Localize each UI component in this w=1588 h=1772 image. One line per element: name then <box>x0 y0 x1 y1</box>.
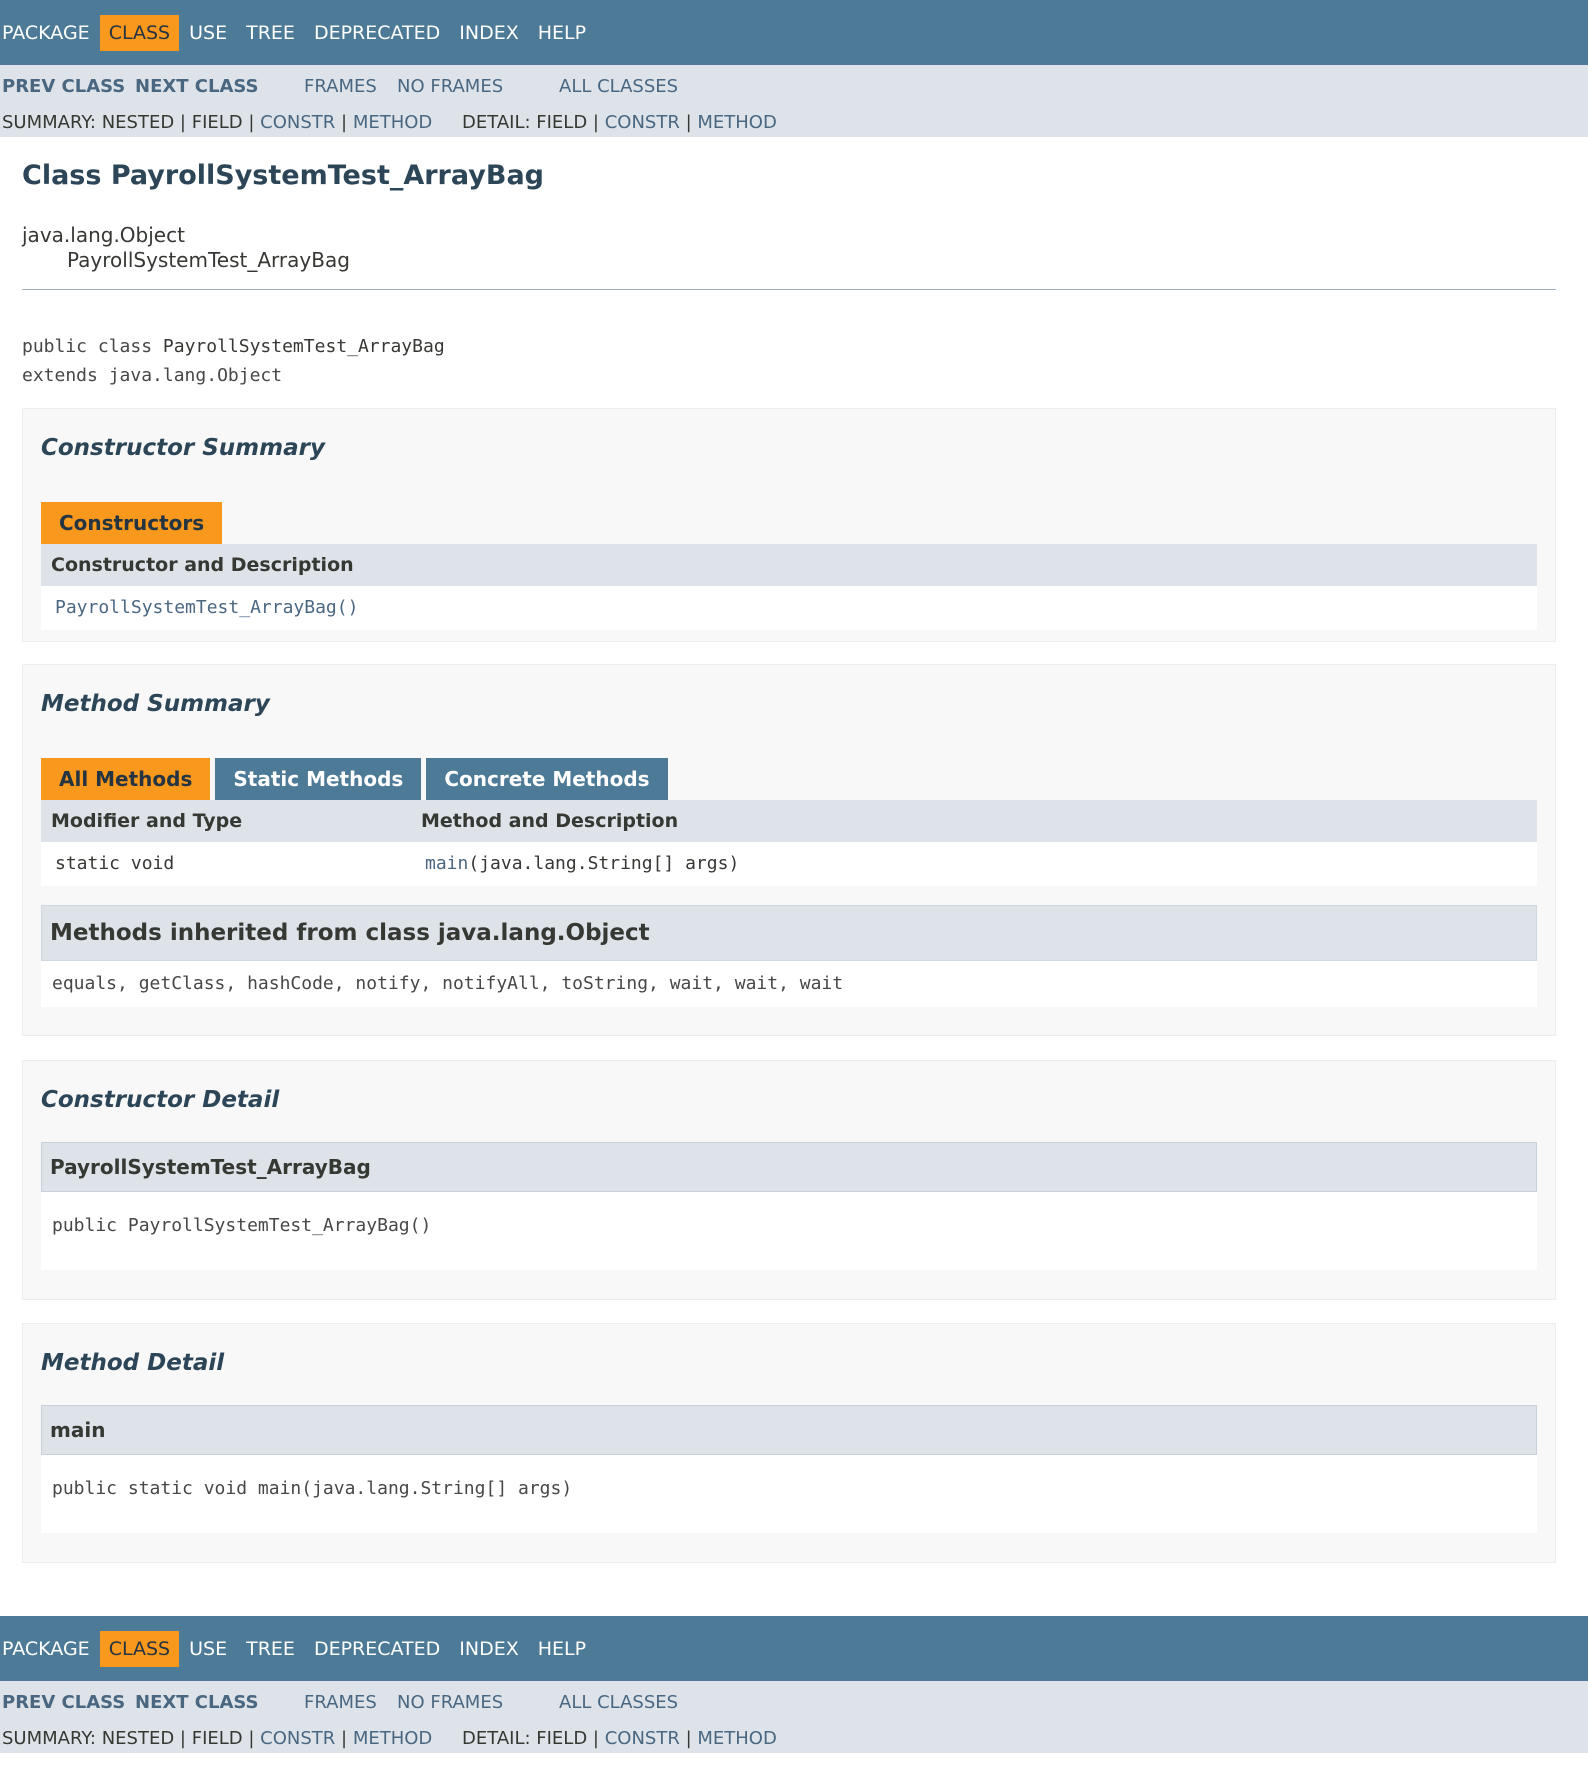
subnav-links-row: PREV CLASS NEXT CLASS FRAMES NO FRAMES A… <box>2 1691 1582 1715</box>
nav-index[interactable]: INDEX <box>450 15 527 51</box>
summary-separator: | <box>335 112 353 133</box>
class-declaration: public class PayrollSystemTest_ArrayBag … <box>22 332 1556 390</box>
detail-separator: | <box>679 1728 698 1749</box>
method-table-header: Modifier and Type Method and Description <box>41 800 1537 842</box>
method-detail-block: Method Detail main public static void ma… <box>22 1323 1556 1563</box>
method-detail-name: main <box>41 1405 1537 1455</box>
detail-label: DETAIL: FIELD | <box>462 1728 605 1749</box>
decl-extends: extends java.lang.Object <box>22 365 283 386</box>
tab-static-methods[interactable]: Static Methods <box>215 758 422 800</box>
summary-label: SUMMARY: NESTED | FIELD | <box>2 112 261 133</box>
tab-constructors[interactable]: Constructors <box>41 502 223 544</box>
nav-deprecated[interactable]: DEPRECATED <box>305 1631 449 1667</box>
constructor-summary-block: Constructor Summary Constructors Constru… <box>22 408 1556 642</box>
tab-concrete-methods[interactable]: Concrete Methods <box>426 758 668 800</box>
method-params: (java.lang.String[] args) <box>468 853 740 874</box>
inherited-methods-header: Methods inherited from class java.lang.O… <box>41 905 1537 961</box>
summary-section: SUMMARY: NESTED | FIELD | CONSTR | METHO… <box>2 111 432 135</box>
summary-label: SUMMARY: NESTED | FIELD | <box>2 1728 261 1749</box>
tab-all-methods[interactable]: All Methods <box>41 758 211 800</box>
detail-constr-link[interactable]: CONSTR <box>605 1728 680 1749</box>
method-tabs: All Methods Static Methods Concrete Meth… <box>41 758 673 800</box>
prev-class-link[interactable]: PREV CLASS <box>2 75 125 99</box>
method-detail-signature: public static void main(java.lang.String… <box>41 1455 1537 1533</box>
nav-index[interactable]: INDEX <box>450 1631 527 1667</box>
nav-tree[interactable]: TREE <box>237 1631 304 1667</box>
all-classes-link[interactable]: ALL CLASSES <box>559 75 678 99</box>
column-method-description: Method and Description <box>421 810 679 832</box>
inheritance-tree: java.lang.Object PayrollSystemTest_Array… <box>22 223 1556 273</box>
nav-help[interactable]: HELP <box>529 15 595 51</box>
inheritance-parent: java.lang.Object <box>22 223 185 247</box>
decl-prefix: public class <box>22 336 163 357</box>
constructor-link[interactable]: PayrollSystemTest_ArrayBag() <box>55 597 358 618</box>
summary-constr-link[interactable]: CONSTR <box>260 1728 335 1749</box>
frames-link[interactable]: FRAMES <box>304 75 377 99</box>
nav-package[interactable]: PACKAGE <box>2 15 99 51</box>
constructor-detail-title: Constructor Detail <box>41 1087 280 1113</box>
subnav-links-row: PREV CLASS NEXT CLASS FRAMES NO FRAMES A… <box>2 75 1582 99</box>
frames-link[interactable]: FRAMES <box>304 1691 377 1715</box>
summary-method-link[interactable]: METHOD <box>353 1728 432 1749</box>
no-frames-link[interactable]: NO FRAMES <box>397 1691 503 1715</box>
top-navbar: PACKAGE CLASS USE TREE DEPRECATED INDEX … <box>0 0 1588 65</box>
no-frames-link[interactable]: NO FRAMES <box>397 75 503 99</box>
bottom-subnav: PREV CLASS NEXT CLASS FRAMES NO FRAMES A… <box>0 1681 1588 1753</box>
constructor-table-header: Constructor and Description <box>41 544 1537 586</box>
decl-class-name: PayrollSystemTest_ArrayBag <box>162 336 445 357</box>
class-header: Class PayrollSystemTest_ArrayBag java.la… <box>22 137 1556 390</box>
constructor-detail-name: PayrollSystemTest_ArrayBag <box>41 1142 1537 1192</box>
nav-class[interactable]: CLASS <box>99 1630 180 1667</box>
constructor-detail-block: Constructor Detail PayrollSystemTest_Arr… <box>22 1060 1556 1300</box>
nav-use[interactable]: USE <box>180 1631 236 1667</box>
next-class-link[interactable]: NEXT CLASS <box>135 75 259 99</box>
method-summary-block: Method Summary All Methods Static Method… <box>22 664 1556 1036</box>
detail-label: DETAIL: FIELD | <box>462 112 605 133</box>
method-summary-title: Method Summary <box>41 691 270 717</box>
next-class-link[interactable]: NEXT CLASS <box>135 1691 259 1715</box>
summary-method-link[interactable]: METHOD <box>353 112 432 133</box>
column-modifier-type: Modifier and Type <box>51 810 243 832</box>
nav-use[interactable]: USE <box>180 15 236 51</box>
all-classes-link[interactable]: ALL CLASSES <box>559 1691 678 1715</box>
nav-class[interactable]: CLASS <box>99 14 180 51</box>
table-row: PayrollSystemTest_ArrayBag() <box>41 586 1537 630</box>
method-detail-title: Method Detail <box>41 1350 225 1376</box>
bottom-navbar: PACKAGE CLASS USE TREE DEPRECATED INDEX … <box>0 1616 1588 1681</box>
detail-section: DETAIL: FIELD | CONSTR | METHOD <box>462 1727 777 1751</box>
page-title: Class PayrollSystemTest_ArrayBag <box>22 160 544 191</box>
detail-method-link[interactable]: METHOD <box>697 1728 776 1749</box>
method-modifier: static void <box>55 853 175 874</box>
header-divider <box>22 289 1556 290</box>
nav-deprecated[interactable]: DEPRECATED <box>305 15 449 51</box>
summary-separator: | <box>335 1728 353 1749</box>
detail-method-link[interactable]: METHOD <box>697 112 776 133</box>
method-signature: main(java.lang.String[] args) <box>425 842 739 886</box>
constructor-summary-title: Constructor Summary <box>41 435 325 461</box>
detail-section: DETAIL: FIELD | CONSTR | METHOD <box>462 111 777 135</box>
constructor-detail-signature: public PayrollSystemTest_ArrayBag() <box>41 1192 1537 1270</box>
constructor-tabs: Constructors <box>41 502 227 544</box>
method-main-link[interactable]: main <box>425 853 468 874</box>
nav-help[interactable]: HELP <box>529 1631 595 1667</box>
inherited-methods-list: equals, getClass, hashCode, notify, noti… <box>41 961 1537 1007</box>
table-row: static void main(java.lang.String[] args… <box>41 842 1537 886</box>
nav-tree[interactable]: TREE <box>237 15 304 51</box>
subnav-summary-row: SUMMARY: NESTED | FIELD | CONSTR | METHO… <box>2 111 1582 135</box>
nav-package[interactable]: PACKAGE <box>2 1631 99 1667</box>
prev-class-link[interactable]: PREV CLASS <box>2 1691 125 1715</box>
top-subnav: PREV CLASS NEXT CLASS FRAMES NO FRAMES A… <box>0 65 1588 137</box>
inheritance-child: PayrollSystemTest_ArrayBag <box>67 248 350 272</box>
detail-constr-link[interactable]: CONSTR <box>605 112 680 133</box>
summary-section: SUMMARY: NESTED | FIELD | CONSTR | METHO… <box>2 1727 432 1751</box>
subnav-summary-row: SUMMARY: NESTED | FIELD | CONSTR | METHO… <box>2 1727 1582 1751</box>
detail-separator: | <box>679 112 698 133</box>
summary-constr-link[interactable]: CONSTR <box>260 112 335 133</box>
